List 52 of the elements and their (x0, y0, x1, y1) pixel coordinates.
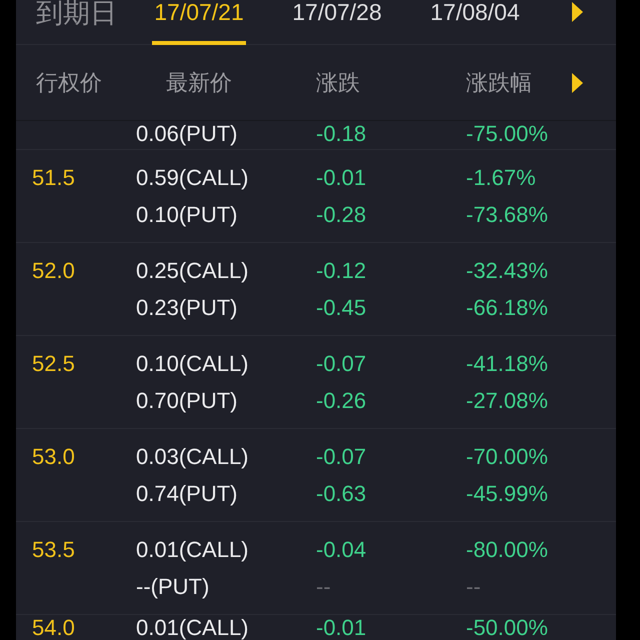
price-change: -0.01 (316, 164, 368, 190)
price-change: -0.07 (316, 350, 368, 376)
price-change: -- (316, 574, 332, 600)
column-header: 最新价 (166, 68, 233, 96)
change-percent: -41.18% (466, 350, 549, 376)
option-price: 0.03(CALL) (136, 444, 250, 470)
caret-right-icon[interactable] (572, 2, 583, 22)
date-tab[interactable]: 17/07/21 (152, 0, 246, 45)
price-change: -0.07 (316, 444, 368, 470)
option-price: 0.59(CALL) (136, 164, 250, 190)
price-change: -0.63 (316, 480, 368, 506)
price-change: -0.01 (316, 615, 368, 640)
price-change: -0.45 (316, 294, 368, 320)
change-percent: -80.00% (466, 536, 549, 562)
price-change: -0.28 (316, 202, 368, 228)
change-percent: -70.00% (466, 444, 549, 470)
strike-price: 53.0 (32, 444, 75, 469)
option-price: 0.23(PUT) (136, 294, 238, 320)
price-change: -0.26 (316, 388, 368, 414)
change-percent: -75.00% (466, 121, 549, 147)
date-tab[interactable]: 17/07/28 (290, 0, 384, 45)
caret-right-icon[interactable] (572, 72, 583, 92)
strike-price: 53.5 (32, 537, 75, 562)
price-change: -0.04 (316, 536, 368, 562)
change-percent: -45.99% (466, 480, 549, 506)
option-price: 0.01(CALL) (136, 536, 250, 562)
change-percent: -27.08% (466, 388, 549, 414)
option-price: 0.10(CALL) (136, 350, 250, 376)
strike-price: 54.0 (32, 615, 75, 640)
change-percent: -66.18% (466, 294, 549, 320)
price-change: -0.12 (316, 258, 368, 284)
expiry-label: 到期日 (36, 0, 118, 26)
change-percent: -32.43% (466, 258, 549, 284)
option-price: --(PUT) (136, 574, 210, 600)
strike-price: 52.0 (32, 258, 75, 283)
option-price: 0.01(CALL) (136, 615, 250, 640)
change-percent: -1.67% (466, 164, 537, 190)
option-price: 0.06(PUT) (136, 121, 238, 147)
date-tab[interactable]: 17/08/04 (428, 0, 522, 45)
column-header: 行权价 (36, 68, 103, 96)
change-percent: -73.68% (466, 202, 549, 228)
change-percent: -- (466, 574, 482, 600)
option-price: 0.70(PUT) (136, 388, 238, 414)
option-price: 0.25(CALL) (136, 258, 250, 284)
strike-price: 51.5 (32, 165, 75, 190)
option-price: 0.10(PUT) (136, 202, 238, 228)
price-change: -0.18 (316, 121, 368, 147)
strike-price: 52.5 (32, 351, 75, 376)
column-header: 涨跌 (316, 68, 361, 96)
change-percent: -50.00% (466, 615, 549, 640)
option-price: 0.74(PUT) (136, 480, 238, 506)
column-header: 涨跌幅 (466, 68, 532, 96)
